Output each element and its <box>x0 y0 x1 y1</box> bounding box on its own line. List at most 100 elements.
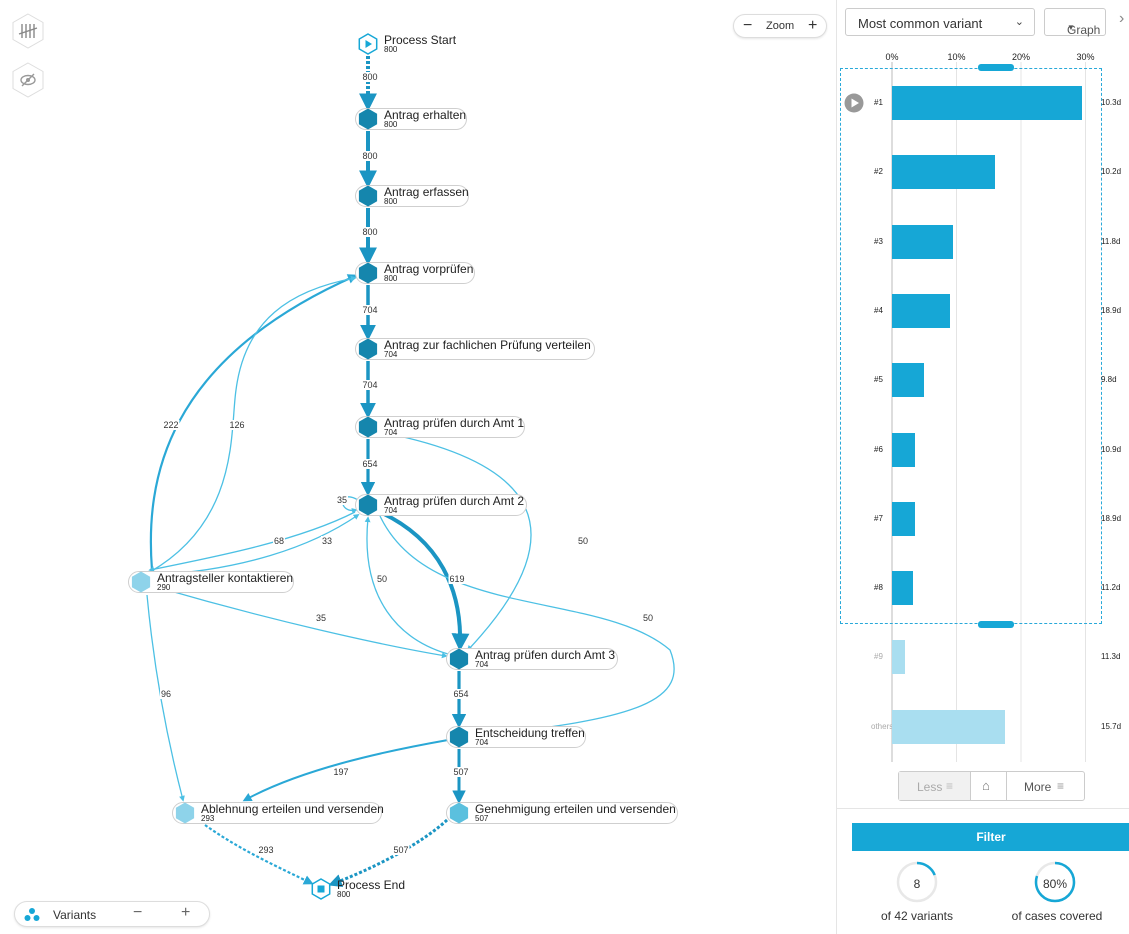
more-button[interactable]: More ≡ <box>1007 772 1084 800</box>
sort-desc-icon: ≡ <box>946 779 954 793</box>
process-graph-canvas[interactable]: 800 800 800 704 704 654 35 222 126 68 33 50 619 50 35 5… <box>0 0 836 934</box>
variant-duration: 11.3d <box>1101 652 1121 662</box>
activity-hexagon-icon <box>358 494 378 516</box>
edge-frequency-label: 126 <box>228 420 246 430</box>
tally-view-button[interactable] <box>11 13 45 49</box>
variant-bar[interactable] <box>892 155 996 190</box>
node-count: 704 <box>384 428 398 437</box>
process-graph-edges <box>146 56 675 888</box>
variant-bar[interactable] <box>892 363 925 398</box>
edge-frequency-label: 800 <box>361 151 379 161</box>
variant-duration: 9.8d <box>1101 375 1117 385</box>
edge-frequency-label: 50 <box>375 574 389 584</box>
variant-bar[interactable] <box>892 571 914 606</box>
variant-duration: 10.9d <box>1101 444 1122 454</box>
variants-caption: of 42 variants <box>880 909 954 923</box>
selection-bottom-handle[interactable] <box>978 621 1014 628</box>
axis-tick-label: 10% <box>947 52 966 62</box>
node-count: 800 <box>384 274 398 283</box>
node-name: Antragsteller kontaktieren <box>157 571 294 585</box>
less-button[interactable]: Less ≡ <box>899 772 971 800</box>
node-name: Antrag vorprüfen <box>384 262 474 276</box>
process-edge[interactable] <box>159 587 448 659</box>
node-name: Antrag prüfen durch Amt 1 <box>384 416 525 430</box>
variant-label: #1 <box>874 98 883 107</box>
activity-hexagon-icon <box>449 726 469 748</box>
selection-top-handle[interactable] <box>978 64 1014 71</box>
edge-frequency-label: 50 <box>576 536 590 546</box>
axis-tick-label: 20% <box>1011 52 1031 62</box>
selection-frame[interactable] <box>840 68 1102 624</box>
edge-frequency-label: 507 <box>392 845 410 855</box>
variants-control: Variants − + <box>14 901 210 927</box>
variant-bar[interactable] <box>892 432 915 467</box>
home-button[interactable]: ⌂ <box>971 772 1007 800</box>
node-count: 800 <box>337 890 351 899</box>
variants-panel: Most common variant ⌄ Graph ▼ › 0% 10% 20%… <box>836 0 1129 934</box>
variant-select-value: Most common variant <box>858 16 983 31</box>
less-label: Less <box>917 780 943 794</box>
zoom-control: − Zoom + <box>733 14 827 38</box>
node-count: 293 <box>201 814 215 823</box>
edge-frequency-label: 50 <box>641 613 655 623</box>
graph-view-button[interactable]: Graph ▼ <box>1044 8 1106 37</box>
variant-bar[interactable] <box>892 86 1083 120</box>
variant-label: #8 <box>874 583 883 593</box>
variant-label: #5 <box>874 375 883 385</box>
variants-decrease-button[interactable]: − <box>133 904 142 922</box>
variants-increase-button[interactable]: + <box>181 904 190 922</box>
node-name: Antrag zur fachlichen Prüfung verteilen <box>384 338 591 352</box>
zoom-in-button[interactable]: + <box>808 17 817 35</box>
activity-hexagon-icon <box>358 185 378 207</box>
zoom-out-button[interactable]: − <box>743 17 752 35</box>
process-start-icon <box>358 33 378 55</box>
sort-asc-icon: ≡ <box>1057 779 1065 793</box>
activity-hexagon-icon <box>358 262 378 284</box>
variant-bar[interactable] <box>892 709 1005 744</box>
variant-bar[interactable] <box>892 501 915 536</box>
process-edge[interactable] <box>328 818 449 888</box>
edge-frequency-label: 654 <box>452 689 470 699</box>
variant-label: #4 <box>874 305 883 315</box>
process-edge[interactable] <box>364 516 449 655</box>
node-count: 704 <box>475 738 489 747</box>
node-name: Entscheidung treffen <box>475 726 585 740</box>
node-count: 800 <box>384 197 398 206</box>
variant-duration: 10.2d <box>1101 167 1122 177</box>
variant-select[interactable]: Most common variant ⌄ <box>845 8 1035 36</box>
filter-button[interactable]: Filter <box>852 823 1129 851</box>
process-end-icon <box>311 878 331 900</box>
less-more-buttons: Less ≡ ⌂ More ≡ <box>898 771 1085 801</box>
activity-hexagon-icon <box>358 108 378 130</box>
hide-button[interactable] <box>11 62 45 98</box>
activity-hexagon-icon <box>175 802 195 824</box>
edge-frequency-label: 96 <box>159 689 173 699</box>
play-variant-icon[interactable] <box>844 93 864 113</box>
activity-hexagon-icon <box>449 648 469 670</box>
chevron-down-icon: ⌄ <box>1014 16 1024 28</box>
node-name: Ablehnung erteilen und versenden <box>201 802 384 816</box>
chevron-right-icon[interactable]: › <box>1119 10 1124 28</box>
node-count: 800 <box>384 45 398 54</box>
process-edge[interactable] <box>149 275 357 573</box>
activity-hexagon-icon <box>358 338 378 360</box>
variant-bar[interactable] <box>892 224 954 259</box>
variant-bar[interactable] <box>892 293 951 328</box>
edge-frequency-label: 222 <box>162 420 180 430</box>
caret-down-icon: ▼ <box>1067 23 1075 32</box>
node-name: Antrag prüfen durch Amt 2 <box>384 494 525 508</box>
variant-label: #7 <box>874 513 883 523</box>
activity-hexagon-icon <box>131 571 151 593</box>
variant-label: #2 <box>874 167 883 177</box>
process-edge[interactable] <box>379 515 675 739</box>
variant-duration: 11.2d <box>1101 583 1121 593</box>
edge-frequency-label: 68 <box>272 536 286 546</box>
variant-duration: 18.9d <box>1101 305 1122 315</box>
more-label: More <box>1024 780 1052 794</box>
cases-caption: of cases covered <box>1011 909 1103 923</box>
cases-percent: 80% <box>1042 877 1068 891</box>
variant-bar[interactable] <box>892 640 905 675</box>
variant-label: #6 <box>874 444 883 454</box>
variant-duration: 10.3d <box>1101 98 1122 107</box>
variant-label: others <box>871 721 894 731</box>
